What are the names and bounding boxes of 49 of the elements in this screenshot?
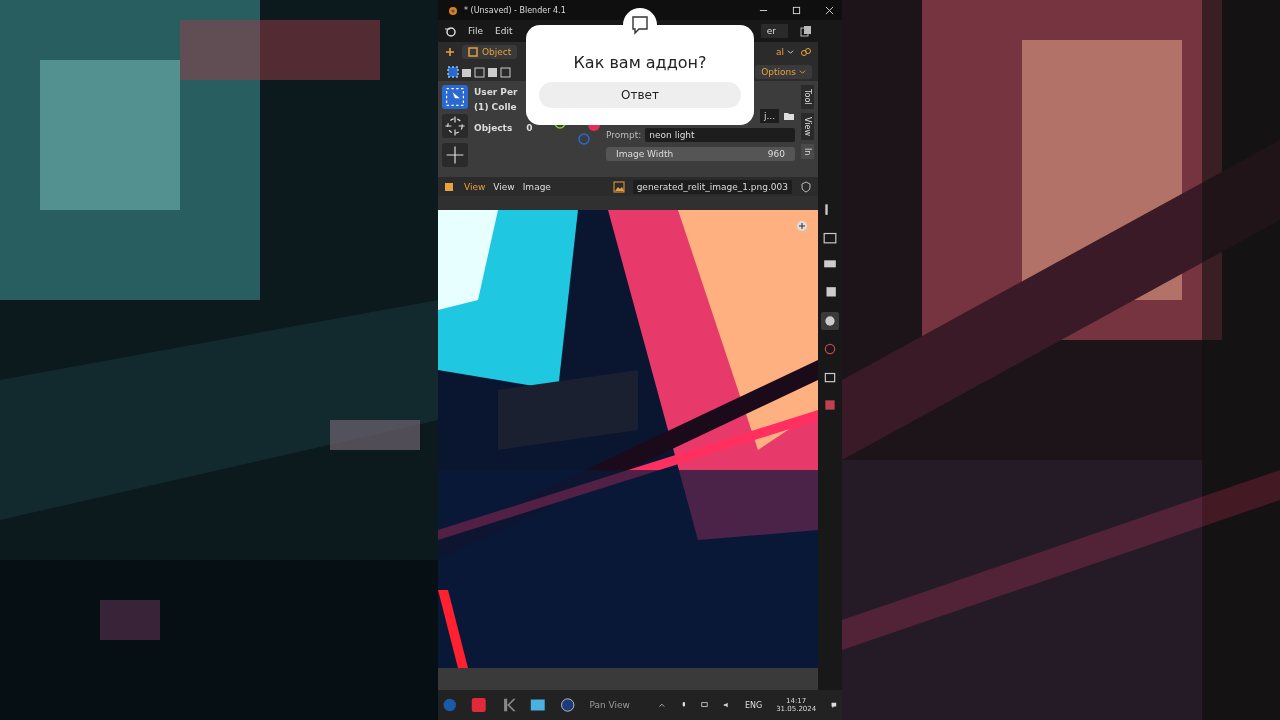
collection-name: (1) Colle: [474, 102, 518, 113]
stats-label: Objects: [474, 123, 513, 134]
status-hint: Pan View: [589, 700, 630, 710]
image-name-field[interactable]: generated_relit_image_1.png.003: [632, 179, 792, 194]
popup-question: Как вам аддон?: [573, 53, 707, 72]
sidebar-tab[interactable]: In: [801, 144, 814, 160]
orientation-dropdown[interactable]: al: [776, 46, 794, 57]
menu-item[interactable]: View: [464, 181, 486, 192]
sidebar-tab[interactable]: Tool: [801, 85, 814, 109]
menu-item[interactable]: View: [493, 181, 515, 192]
options-dropdown[interactable]: Options: [755, 64, 812, 79]
cursor-tool-icon[interactable]: [442, 114, 468, 139]
blender-logo-icon: [446, 4, 458, 16]
answer-button[interactable]: Ответ: [539, 82, 741, 108]
sidebar-tab[interactable]: View: [801, 113, 814, 140]
scene-tab-icon[interactable]: [821, 312, 839, 330]
link-icon[interactable]: [800, 45, 812, 58]
language-indicator[interactable]: ENG: [744, 700, 763, 710]
menu-item[interactable]: Image: [522, 181, 551, 192]
caret-icon: [799, 68, 806, 76]
menu-item[interactable]: Edit: [495, 25, 513, 36]
mode-dropdown[interactable]: Object: [462, 44, 518, 59]
editor-type-icon[interactable]: [444, 180, 456, 193]
select-tool-icon[interactable]: [442, 85, 468, 110]
copy-icon[interactable]: [800, 24, 812, 37]
stats-value: 0: [526, 123, 533, 134]
speaker-icon[interactable]: [723, 700, 731, 710]
move-tool-icon[interactable]: [442, 143, 468, 168]
window-title: * (Unsaved) - Blender 4.1: [464, 5, 566, 15]
scene-field[interactable]: er: [760, 23, 788, 38]
editor-type-icon[interactable]: [444, 45, 456, 58]
close-icon[interactable]: [825, 5, 834, 15]
maximize-icon[interactable]: [792, 5, 801, 15]
zoom-icon[interactable]: [796, 220, 808, 233]
prompt-field[interactable]: neon light: [645, 128, 795, 143]
folder-icon[interactable]: [783, 110, 795, 123]
prompt-label: Prompt:: [606, 130, 642, 141]
object-icon: [468, 46, 478, 57]
shield-icon[interactable]: [800, 180, 812, 193]
file-field[interactable]: j...: [759, 109, 779, 124]
blender-logo-icon[interactable]: [444, 24, 456, 37]
menu-item[interactable]: File: [468, 25, 484, 36]
caret-icon: [787, 48, 794, 56]
view-name: User Per: [474, 87, 519, 98]
notification-icon[interactable]: [830, 700, 838, 710]
image-icon[interactable]: [612, 180, 625, 193]
selection-mode-icons[interactable]: [444, 65, 514, 78]
network-icon[interactable]: [701, 700, 710, 710]
image-width-field[interactable]: Image Width 960: [606, 147, 795, 162]
